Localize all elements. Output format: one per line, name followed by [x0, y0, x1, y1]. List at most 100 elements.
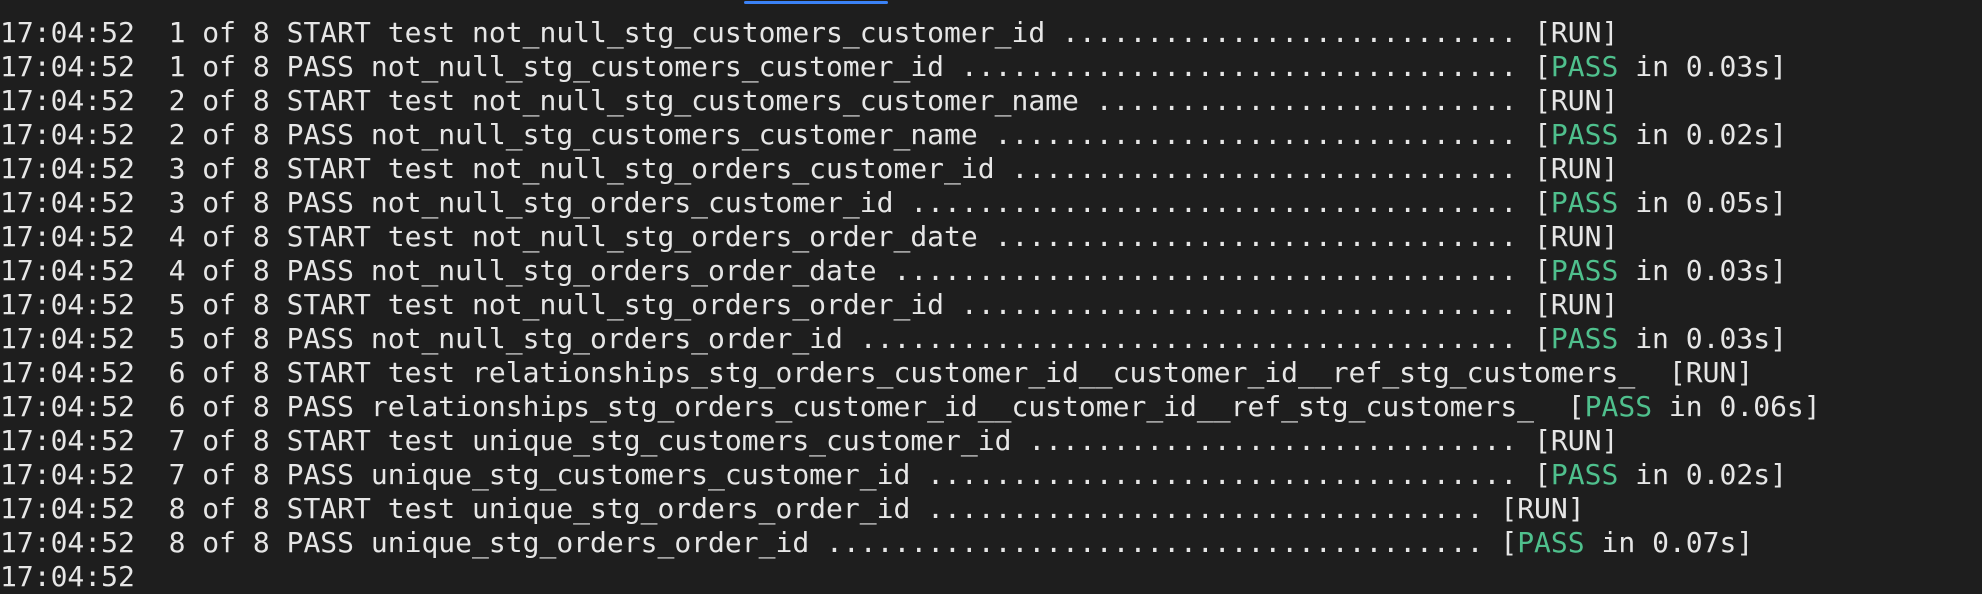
log-message: PASS not_null_stg_orders_customer_id — [286, 186, 894, 219]
status-open-bracket: [ — [1534, 322, 1551, 355]
dot-leader: ......................... — [1078, 84, 1535, 117]
log-message: START test unique_stg_customers_customer… — [286, 424, 1012, 457]
timestamp: 17:04:52 — [0, 526, 135, 559]
status-open-bracket: [ — [1534, 254, 1551, 287]
dot-leader: ....................................... — [842, 322, 1535, 355]
duration: in 0.07s — [1584, 526, 1737, 559]
partial-log-line: 17:04:52 — [0, 560, 135, 593]
log-message: PASS unique_stg_orders_order_id — [286, 526, 810, 559]
timestamp: 17:04:52 — [0, 356, 135, 389]
pass-status: [PASS in 0.03s] — [1534, 322, 1787, 355]
test-sequence: 4 of 8 — [168, 220, 270, 253]
duration: in 0.03s — [1618, 322, 1771, 355]
log-line: 17:04:52 3 of 8 PASS not_null_stg_orders… — [0, 186, 1982, 220]
status-open-bracket: [ — [1534, 186, 1551, 219]
status-close-bracket: ] — [1803, 390, 1821, 423]
log-line: 17:04:52 6 of 8 START test relationships… — [0, 356, 1982, 390]
log-line: 17:04:52 3 of 8 START test not_null_stg_… — [0, 152, 1982, 186]
log-message: START test unique_stg_orders_order_id — [286, 492, 911, 525]
run-status: [RUN] — [1534, 84, 1619, 117]
test-sequence: 6 of 8 — [168, 390, 270, 423]
test-sequence: 8 of 8 — [168, 526, 270, 559]
pass-label: PASS — [1584, 390, 1653, 423]
dot-leader: ................................... — [910, 458, 1535, 491]
duration: in 0.02s — [1618, 458, 1771, 491]
duration: in 0.06s — [1652, 390, 1804, 423]
log-message: PASS not_null_stg_customers_customer_nam… — [286, 118, 978, 151]
log-message: START test not_null_stg_orders_order_dat… — [286, 220, 978, 253]
log-line: 17:04:52 1 of 8 START test not_null_stg_… — [0, 16, 1982, 50]
run-status: [RUN] — [1534, 220, 1619, 253]
dot-leader: ....................................... — [809, 526, 1501, 559]
dot-leader: .............................. — [994, 152, 1535, 185]
scroll-indicator[interactable] — [744, 1, 888, 4]
timestamp: 17:04:52 — [0, 50, 135, 83]
log-line: 17:04:52 8 of 8 PASS unique_stg_orders_o… — [0, 526, 1982, 560]
status-close-bracket: ] — [1770, 458, 1787, 491]
run-status: [RUN] — [1534, 424, 1619, 457]
log-line: 17:04:52 5 of 8 PASS not_null_stg_orders… — [0, 322, 1982, 356]
pass-label: PASS — [1517, 526, 1585, 559]
dot-leader — [1635, 356, 1669, 389]
run-status: [RUN] — [1534, 152, 1619, 185]
pass-status: [PASS in 0.06s] — [1568, 390, 1821, 423]
log-message: START test relationships_stg_orders_cust… — [286, 356, 1636, 389]
pass-status: [PASS in 0.05s] — [1534, 186, 1787, 219]
pass-label: PASS — [1550, 50, 1619, 83]
status-open-bracket: [ — [1567, 390, 1585, 423]
test-sequence: 8 of 8 — [168, 492, 270, 525]
pass-status: [PASS in 0.02s] — [1534, 458, 1787, 491]
timestamp: 17:04:52 — [0, 492, 135, 525]
log-message: PASS unique_stg_customers_customer_id — [286, 458, 911, 491]
timestamp: 17:04:52 — [0, 152, 135, 185]
timestamp: 17:04:52 — [0, 186, 135, 219]
timestamp: 17:04:52 — [0, 16, 135, 49]
dot-leader: ................................. — [944, 50, 1535, 83]
status-close-bracket: ] — [1770, 322, 1787, 355]
pass-label: PASS — [1550, 322, 1619, 355]
timestamp: 17:04:52 — [0, 322, 135, 355]
log-line: 17:04:52 4 of 8 START test not_null_stg_… — [0, 220, 1982, 254]
dot-leader — [1534, 390, 1568, 423]
status-open-bracket: [ — [1500, 526, 1518, 559]
run-status: [RUN] — [1500, 492, 1585, 525]
log-message: START test not_null_stg_orders_order_id — [286, 288, 945, 321]
status-close-bracket: ] — [1770, 118, 1787, 151]
pass-label: PASS — [1550, 186, 1619, 219]
dot-leader: ..................................... — [876, 254, 1535, 287]
log-line: 17:04:52 7 of 8 START test unique_stg_cu… — [0, 424, 1982, 458]
status-close-bracket: ] — [1770, 186, 1787, 219]
timestamp: 17:04:52 — [0, 390, 135, 423]
terminal-output: 17:04:52 1 of 8 START test not_null_stg_… — [0, 16, 1982, 570]
timestamp: 17:04:52 — [0, 220, 135, 253]
dot-leader: ................................. — [944, 288, 1535, 321]
duration: in 0.03s — [1618, 50, 1771, 83]
status-close-bracket: ] — [1736, 526, 1754, 559]
timestamp: 17:04:52 — [0, 84, 135, 117]
test-sequence: 5 of 8 — [168, 322, 270, 355]
test-sequence: 2 of 8 — [168, 84, 270, 117]
timestamp: 17:04:52 — [0, 254, 135, 287]
timestamp: 17:04:52 — [0, 458, 135, 491]
test-sequence: 7 of 8 — [168, 424, 270, 457]
dot-leader: .................................... — [893, 186, 1535, 219]
dot-leader: ........................... — [1045, 16, 1535, 49]
pass-status: [PASS in 0.03s] — [1534, 50, 1787, 83]
log-line: 17:04:52 7 of 8 PASS unique_stg_customer… — [0, 458, 1982, 492]
run-status: [RUN] — [1534, 288, 1619, 321]
test-sequence: 1 of 8 — [168, 50, 270, 83]
pass-status: [PASS in 0.03s] — [1534, 254, 1787, 287]
test-sequence: 7 of 8 — [168, 458, 270, 491]
timestamp: 17:04:52 — [0, 288, 135, 321]
log-message: START test not_null_stg_orders_customer_… — [286, 152, 995, 185]
test-sequence: 1 of 8 — [168, 16, 270, 49]
log-message: START test not_null_stg_customers_custom… — [286, 16, 1046, 49]
log-line: 17:04:52 2 of 8 PASS not_null_stg_custom… — [0, 118, 1982, 152]
log-message: PASS relationships_stg_orders_customer_i… — [286, 390, 1535, 423]
log-message: PASS not_null_stg_customers_customer_id — [286, 50, 945, 83]
log-line: 17:04:52 2 of 8 START test not_null_stg_… — [0, 84, 1982, 118]
log-message: START test not_null_stg_customers_custom… — [286, 84, 1079, 117]
status-close-bracket: ] — [1770, 254, 1787, 287]
run-status: [RUN] — [1534, 16, 1619, 49]
test-sequence: 4 of 8 — [168, 254, 270, 287]
